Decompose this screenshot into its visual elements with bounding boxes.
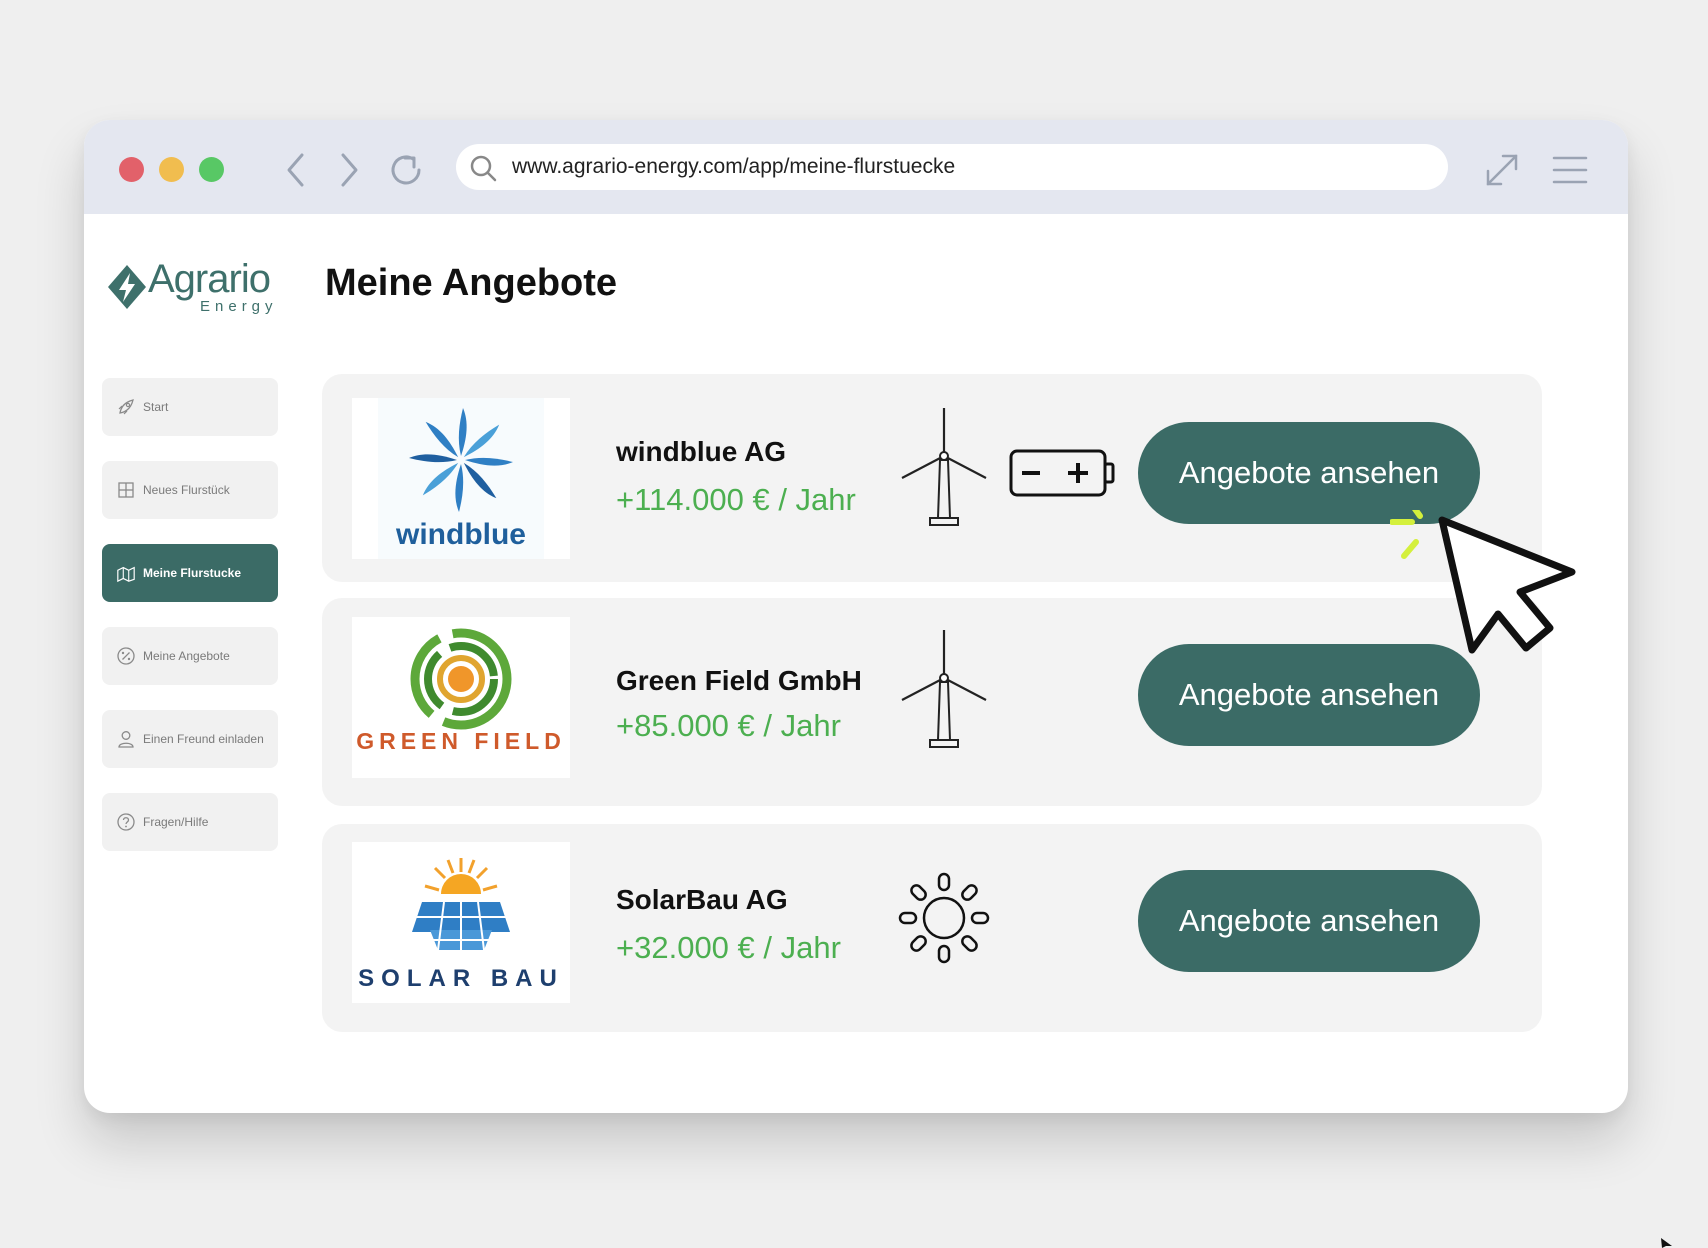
battery-icon (1009, 449, 1115, 497)
sidebar-item-my-parcels[interactable]: Meine Flurstucke (102, 544, 278, 602)
sidebar-item-label: Meine Angebote (143, 649, 230, 663)
mouse-pointer-icon (1390, 510, 1576, 654)
sidebar-item-my-offers[interactable]: Meine Angebote (102, 627, 278, 685)
address-bar[interactable]: www.agrario-energy.com/app/meine-flurstu… (456, 144, 1448, 190)
sidebar-item-help[interactable]: Fragen/Hilfe (102, 793, 278, 851)
close-window-button[interactable] (119, 157, 144, 182)
menu-icon[interactable] (1548, 148, 1592, 192)
company-name: SolarBau AG (616, 884, 788, 915)
reload-icon[interactable] (384, 148, 428, 192)
offer-amount: +114.000 € / Jahr (616, 482, 856, 517)
user-icon (116, 729, 136, 749)
offer-amount: +32.000 € / Jahr (616, 930, 841, 965)
help-icon (116, 812, 136, 832)
sidebar-item-invite-friend[interactable]: Einen Freund einladen (102, 710, 278, 768)
page-title: Meine Angebote (325, 262, 618, 304)
solarbau-logo-text: SOLAR BAU (358, 965, 564, 992)
url-text: www.agrario-energy.com/app/meine-flurstu… (512, 155, 956, 178)
forward-icon[interactable] (327, 148, 371, 192)
green-field-logo-text: GREEN FIELD (356, 728, 566, 754)
sun-icon (898, 872, 990, 964)
map-icon (116, 563, 136, 583)
maximize-window-button[interactable] (199, 157, 224, 182)
wind-turbine-icon (901, 408, 987, 526)
lightning-logo-icon (108, 265, 146, 309)
sidebar-item-label: Start (143, 400, 169, 414)
green-field-logo: GREEN FIELD (352, 617, 570, 778)
minimize-window-button[interactable] (159, 157, 184, 182)
logo-name: Agrario (148, 257, 271, 301)
back-icon[interactable] (274, 148, 318, 192)
windblue-logo-text: windblue (395, 518, 526, 551)
logo-subtitle: Energy (200, 298, 278, 315)
offer-card-windblue: windblue windblue AG +114.000 € / Jahr A… (322, 374, 1542, 582)
sidebar-item-label: Neues Flurstück (143, 483, 230, 497)
browser-chrome: www.agrario-energy.com/app/meine-flurstu… (84, 120, 1628, 214)
grid-icon (116, 480, 136, 500)
company-name: windblue AG (616, 436, 787, 467)
view-offers-button[interactable]: Angebote ansehen (1138, 422, 1480, 524)
sidebar-item-label: Einen Freund einladen (143, 732, 264, 746)
offer-card-green-field: GREEN FIELD Green Field GmbH +85.000 € /… (322, 598, 1542, 806)
view-offers-button[interactable]: Angebote ansehen (1138, 870, 1480, 972)
sidebar-item-start[interactable]: Start (102, 378, 278, 436)
windblue-logo: windblue (352, 398, 570, 559)
agrario-logo[interactable]: Agrario Energy (106, 257, 286, 318)
company-name: Green Field GmbH (616, 665, 862, 696)
sidebar-item-new-parcel[interactable]: Neues Flurstück (102, 461, 278, 519)
solarbau-logo: SOLAR BAU (352, 842, 570, 1003)
search-icon (470, 155, 497, 182)
sidebar-item-label: Meine Flurstucke (143, 566, 242, 580)
expand-icon[interactable] (1480, 148, 1524, 192)
offer-amount: +85.000 € / Jahr (616, 708, 841, 743)
offer-card-solarbau: SOLAR BAU SolarBau AG +32.000 € / Jahr A… (322, 824, 1542, 1032)
system-pointer-icon (1661, 1238, 1672, 1248)
rocket-icon (116, 397, 136, 417)
wind-turbine-icon (901, 630, 987, 748)
percent-icon (116, 646, 136, 666)
sidebar-item-label: Fragen/Hilfe (143, 815, 209, 829)
